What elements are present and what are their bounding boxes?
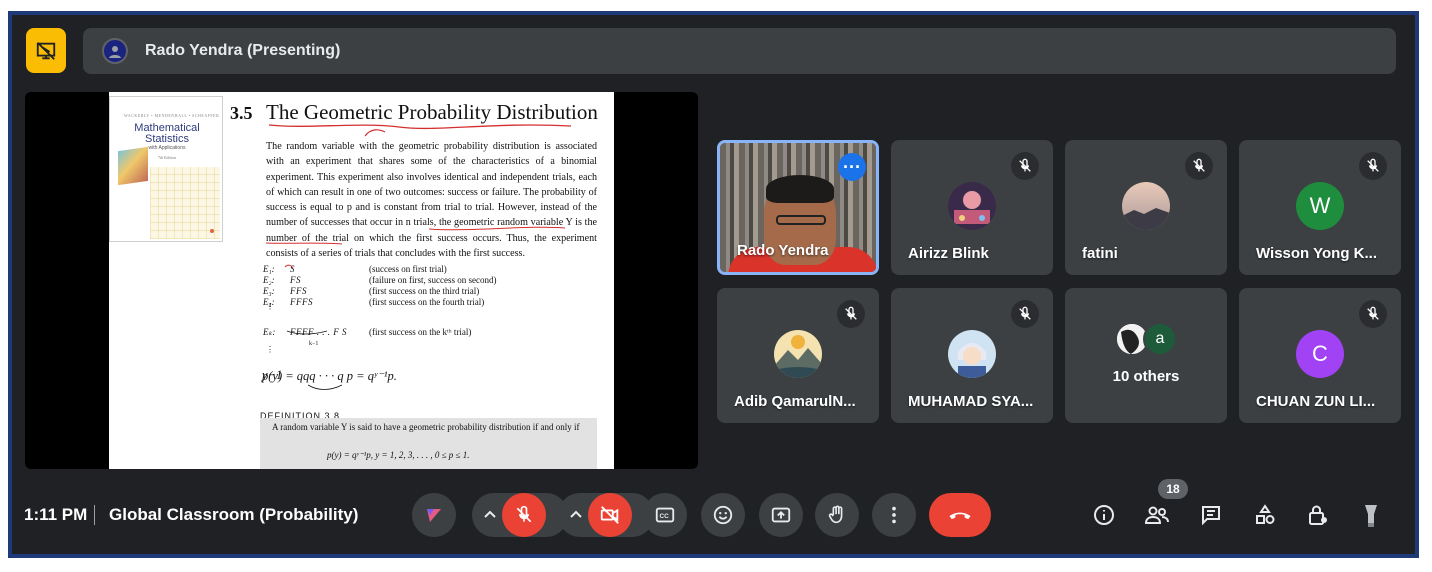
participant-count-badge: 18 bbox=[1158, 479, 1188, 499]
participant-avatar bbox=[1122, 182, 1170, 230]
section-paragraph: The random variable with the geometric p… bbox=[266, 141, 597, 260]
shared-page: WACKERLY • MENDENHALL • SCHEAFFER Mathem… bbox=[109, 92, 614, 469]
hand-icon bbox=[828, 505, 843, 524]
more-options-button[interactable] bbox=[872, 493, 916, 537]
activities-button[interactable] bbox=[1251, 501, 1279, 529]
camera-off-icon bbox=[600, 506, 619, 524]
captions-button[interactable]: CC bbox=[643, 493, 687, 537]
separator bbox=[94, 505, 95, 525]
book-title: Mathematical Statistics bbox=[134, 122, 200, 145]
section-number: 3.5 bbox=[230, 103, 253, 123]
mic-off-icon bbox=[516, 505, 532, 523]
participant-initial: C bbox=[1296, 330, 1344, 378]
meet-window: Rado Yendra (Presenting) WACKERLY • MEND… bbox=[12, 15, 1415, 554]
participant-avatar bbox=[948, 330, 996, 378]
participant-tile-wisson-yong[interactable]: W Wisson Yong K... bbox=[1239, 140, 1401, 275]
participant-initial: a bbox=[1143, 322, 1177, 356]
book-edition: 7th Edition bbox=[158, 155, 176, 160]
participant-name: fatini bbox=[1082, 245, 1118, 262]
camera-toggle-button[interactable] bbox=[588, 493, 632, 537]
hang-up-icon bbox=[949, 512, 971, 520]
reactions-button[interactable] bbox=[701, 493, 745, 537]
participant-name: Rado Yendra bbox=[737, 242, 829, 259]
participant-avatar bbox=[948, 182, 996, 230]
book-authors: WACKERLY • MENDENHALL • SCHEAFFER bbox=[124, 113, 220, 118]
video-hair bbox=[766, 175, 834, 203]
extension-button[interactable] bbox=[412, 493, 456, 537]
more-options-icon[interactable]: ··· bbox=[838, 153, 866, 181]
emoji-icon bbox=[713, 505, 733, 525]
host-controls-button[interactable] bbox=[1304, 501, 1332, 529]
y-minus-1: y−1 bbox=[262, 368, 283, 382]
mic-off-icon bbox=[1011, 300, 1039, 328]
others-count-label: 10 others bbox=[1112, 368, 1180, 385]
mic-toggle-button[interactable] bbox=[502, 493, 546, 537]
people-icon bbox=[1144, 506, 1169, 524]
lock-person-icon bbox=[1309, 505, 1327, 525]
svg-text:CC: CC bbox=[660, 513, 670, 520]
participant-tile-adib[interactable]: Adib QamarulN... bbox=[717, 288, 879, 423]
raise-hand-button[interactable] bbox=[815, 493, 859, 537]
k-minus-1: k−1 bbox=[309, 341, 319, 347]
presenter-name: Rado Yendra (Presenting) bbox=[145, 42, 341, 59]
closed-captions-icon: CC bbox=[655, 507, 675, 523]
chevron-up-icon bbox=[570, 510, 582, 518]
mic-off-icon bbox=[1011, 152, 1039, 180]
activities-icon bbox=[1256, 504, 1275, 524]
chevron-up-icon bbox=[484, 510, 496, 518]
chat-button[interactable] bbox=[1197, 501, 1225, 529]
section-title: The Geometric Probability Distribution bbox=[266, 100, 598, 124]
participant-avatar bbox=[774, 330, 822, 378]
participant-name: Airizz Blink bbox=[908, 245, 989, 262]
participant-tile-chuan-zun[interactable]: C CHUAN ZUN LI... bbox=[1239, 288, 1401, 423]
leave-call-button[interactable] bbox=[929, 493, 991, 537]
whiteboard-icon bbox=[427, 509, 441, 522]
meeting-details-button[interactable] bbox=[1090, 501, 1118, 529]
svg-text:⋮: ⋮ bbox=[266, 345, 274, 354]
camera-control[interactable] bbox=[558, 493, 654, 537]
presenter-banner: Rado Yendra (Presenting) bbox=[83, 28, 1396, 74]
book-cover: WACKERLY • MENDENHALL • SCHEAFFER Mathem… bbox=[109, 96, 223, 242]
torch-icon bbox=[1365, 505, 1377, 527]
mic-control[interactable] bbox=[472, 493, 568, 537]
participant-name: Wisson Yong K... bbox=[1256, 245, 1377, 262]
presentation-off-icon[interactable] bbox=[26, 28, 66, 73]
participant-tile-muhamad[interactable]: MUHAMAD SYA... bbox=[891, 288, 1053, 423]
present-button[interactable] bbox=[759, 493, 803, 537]
video-glasses bbox=[776, 215, 826, 225]
chat-icon bbox=[1202, 506, 1220, 526]
mic-off-icon bbox=[1359, 300, 1387, 328]
participant-tile-airizz-blink[interactable]: Airizz Blink bbox=[891, 140, 1053, 275]
presenter-avatar bbox=[102, 38, 128, 64]
info-icon bbox=[1094, 505, 1114, 525]
participant-name: CHUAN ZUN LI... bbox=[1256, 393, 1376, 410]
cover-art bbox=[150, 167, 220, 239]
participant-name: Adib QamarulN... bbox=[734, 393, 856, 410]
mic-off-icon bbox=[1359, 152, 1387, 180]
light-button[interactable] bbox=[1357, 501, 1385, 529]
clock: 1:11 PM bbox=[24, 505, 88, 524]
participant-tile-others[interactable]: a 10 others bbox=[1065, 288, 1227, 423]
people-button[interactable] bbox=[1143, 501, 1171, 529]
mic-off-icon bbox=[1185, 152, 1213, 180]
definition-box: A random variable Y is said to have a ge… bbox=[260, 418, 597, 469]
cover-dot bbox=[210, 229, 214, 233]
participant-tile-fatini[interactable]: fatini bbox=[1065, 140, 1227, 275]
screen-share: WACKERLY • MENDENHALL • SCHEAFFER Mathem… bbox=[25, 92, 698, 469]
participant-initial: W bbox=[1296, 182, 1344, 230]
present-screen-icon bbox=[771, 507, 791, 523]
mic-off-icon bbox=[837, 300, 865, 328]
definition-formula: p(y) = qʸ⁻¹p, y = 1, 2, 3, . . . , 0 ≤ p… bbox=[327, 450, 470, 460]
more-vertical-icon bbox=[892, 506, 896, 524]
participant-name: MUHAMAD SYA... bbox=[908, 393, 1034, 410]
definition-text: A random variable Y is said to have a ge… bbox=[272, 422, 580, 432]
participant-tile-rado-yendra[interactable]: ··· Rado Yendra bbox=[717, 140, 879, 275]
meeting-name: Global Classroom (Probability) bbox=[109, 505, 359, 524]
bottom-toolbar: 1:11 PM Global Classroom (Probability) C… bbox=[12, 479, 1415, 545]
pmf-formula: p(y) = qqq · · · q p = qʸ⁻¹p. bbox=[262, 369, 397, 383]
cover-cube bbox=[118, 146, 148, 186]
